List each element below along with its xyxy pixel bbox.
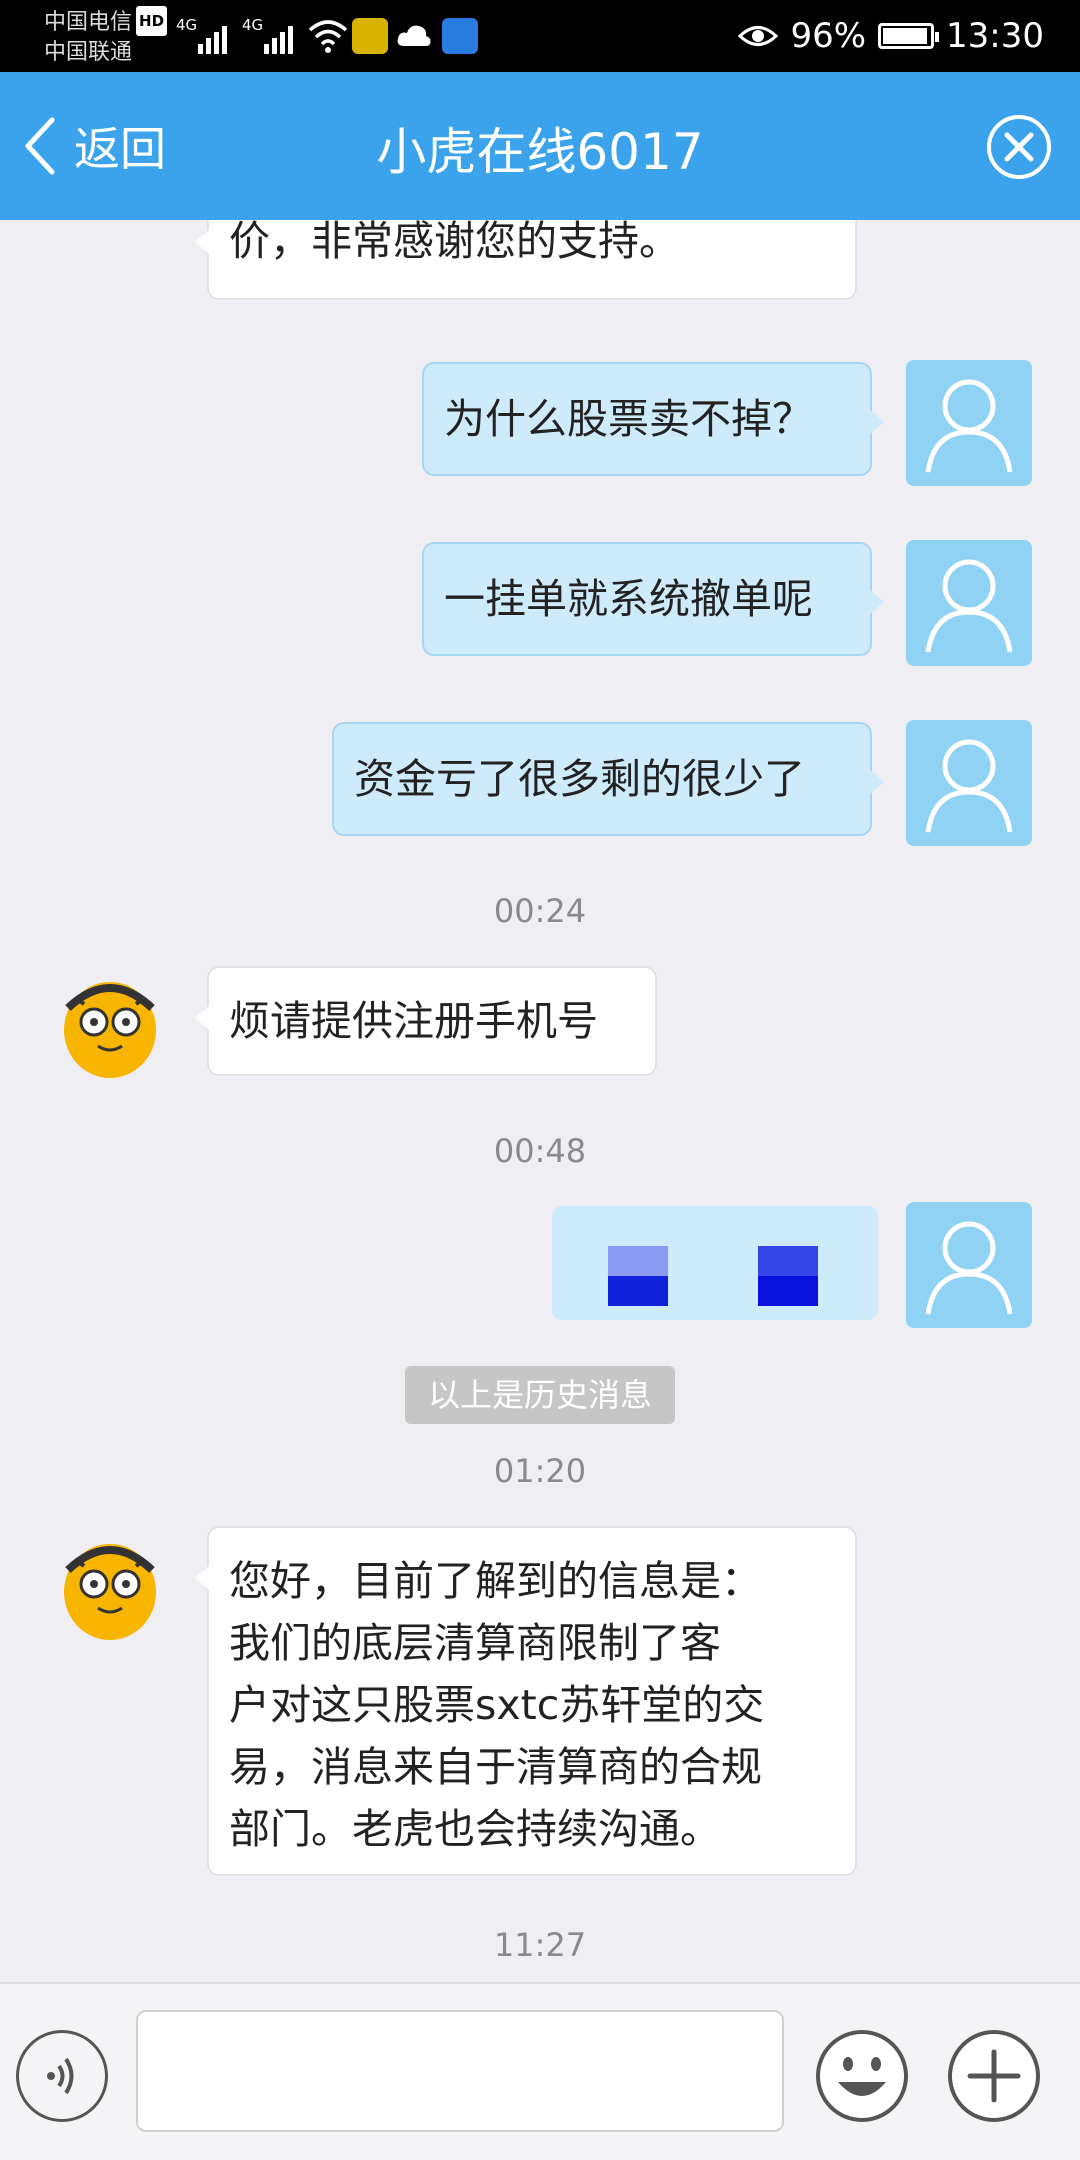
message-text: 价，非常感谢您的支持。 — [229, 220, 680, 265]
voice-button[interactable] — [16, 2030, 108, 2122]
wifi-icon — [308, 20, 348, 53]
image-fragment — [608, 1246, 668, 1276]
signal-icon-2: 4G — [242, 14, 298, 54]
message-text: 一挂单就系统撤单呢 — [444, 575, 813, 623]
message-line: 您好，目前了解到的信息是： — [229, 1557, 762, 1605]
carrier-1: 中国电信 — [44, 10, 133, 35]
battery-percent: 96% — [790, 16, 867, 56]
battery-icon — [878, 23, 940, 49]
input-bar — [0, 1982, 1080, 2160]
message-line: 易，消息来自于清算商的合规 — [229, 1743, 762, 1791]
message-line: 户对这只股票sxtc苏轩堂的交 — [229, 1681, 765, 1729]
timestamp: 00:48 — [493, 1132, 587, 1170]
user-icon — [925, 739, 1013, 833]
cloud-icon — [397, 25, 431, 46]
message-incoming: 烦请提供注册手机号 — [195, 966, 657, 1076]
status-bar: 中国电信 HD 中国联通 4G 4G 96% 13:30 — [0, 0, 1080, 72]
chat-header: 返回 小虎在线6017 — [0, 72, 1080, 220]
message-outgoing: 一挂单就系统撤单呢 — [422, 542, 884, 656]
user-icon — [925, 559, 1013, 653]
message-text: 为什么股票卖不掉？ — [444, 395, 813, 443]
voice-icon — [47, 2057, 74, 2095]
timestamp: 00:24 — [493, 892, 587, 930]
message-outgoing: 资金亏了很多剩的很少了 — [332, 722, 884, 836]
avatar[interactable] — [906, 720, 1032, 846]
network-type-1: 4G — [176, 16, 198, 34]
signal-icon: 4G — [176, 14, 232, 54]
message-line: 我们的底层清算商限制了客 — [229, 1619, 721, 1667]
chat-messages[interactable]: 价，非常感谢您的支持。 为什么股票卖不掉？ 一挂单就系统撤单呢 资金亏了很多剩的… — [0, 220, 1080, 1982]
avatar[interactable] — [906, 540, 1032, 666]
carrier-info: 中国电信 HD 中国联通 — [44, 6, 168, 68]
hd-badge: HD — [136, 6, 168, 36]
image-fragment — [758, 1246, 818, 1276]
message-text: 资金亏了很多剩的很少了 — [354, 755, 805, 803]
eye-icon — [738, 26, 779, 46]
avatar[interactable] — [906, 360, 1032, 486]
close-icon[interactable] — [986, 114, 1052, 180]
app-q-icon — [442, 18, 478, 54]
carrier-2: 中国联通 — [44, 40, 133, 65]
message-outgoing: 为什么股票卖不掉？ — [422, 362, 884, 476]
tiger-avatar[interactable] — [54, 968, 166, 1088]
avatar[interactable] — [906, 1202, 1032, 1328]
emoji-icon[interactable] — [814, 2028, 910, 2124]
message-text: 烦请提供注册手机号 — [229, 997, 598, 1045]
message-image[interactable] — [552, 1206, 878, 1320]
page-title: 小虎在线6017 — [376, 123, 704, 181]
message-input[interactable] — [136, 2010, 784, 2132]
user-icon — [925, 1221, 1013, 1315]
plus-icon[interactable] — [946, 2028, 1042, 2124]
user-icon — [925, 379, 1013, 473]
message-line: 部门。老虎也会持续沟通。 — [229, 1805, 721, 1853]
history-divider: 以上是历史消息 — [405, 1366, 675, 1424]
status-right: 96% 13:30 — [738, 16, 1044, 56]
status-time: 13:30 — [946, 16, 1044, 56]
timestamp: 11:27 — [493, 1926, 587, 1964]
message-incoming: 您好，目前了解到的信息是： 我们的底层清算商限制了客 户对这只股票sxtc苏轩堂… — [195, 1526, 857, 1876]
network-type-2: 4G — [242, 16, 264, 34]
app-notification-icon — [352, 18, 388, 54]
timestamp: 01:20 — [493, 1452, 587, 1490]
image-fragment — [608, 1276, 668, 1306]
message-incoming: 价，非常感谢您的支持。 — [195, 220, 857, 300]
image-fragment — [758, 1276, 818, 1306]
tiger-avatar[interactable] — [54, 1530, 166, 1650]
